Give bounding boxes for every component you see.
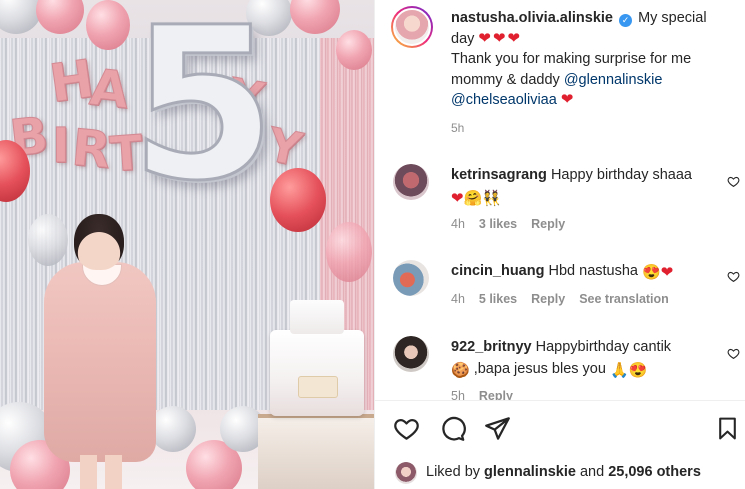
liker-avatar[interactable] [395, 462, 417, 484]
comment-time[interactable]: 5h [451, 389, 465, 400]
comment-text: 922_britnyy Happybirthday cantik 🍪 ,bapa… [451, 336, 721, 382]
cake-name-plaque [298, 376, 338, 398]
comment-emoji: 🍪 [451, 362, 470, 379]
comment-bubble-icon[interactable] [439, 415, 466, 442]
comment-time[interactable]: 4h [451, 292, 465, 306]
comment-likes[interactable]: 3 likes [479, 217, 517, 231]
liked-by-others[interactable]: 25,096 others [608, 464, 701, 480]
birthday-cake [270, 330, 364, 416]
balloon-pink [290, 0, 340, 34]
caption-title: My special [638, 10, 707, 26]
liked-by-and: and [579, 464, 605, 480]
commenter-avatar[interactable] [393, 260, 429, 296]
verified-badge-icon: ✓ [619, 14, 633, 27]
liked-by-summary[interactable]: Liked by glennalinskie and 25,096 others [426, 464, 701, 480]
commenter-avatar[interactable] [393, 336, 429, 372]
comment-time[interactable]: 4h [451, 217, 465, 231]
paper-plane-icon[interactable] [484, 415, 511, 442]
actions-divider [374, 400, 745, 401]
comment-body: Happybirthday cantik [535, 339, 672, 355]
caption-hearts: ❤❤❤ [478, 29, 523, 47]
cake-top-tier [290, 300, 344, 334]
liked-by-prefix: Liked by [426, 464, 481, 480]
girl-head [74, 214, 124, 270]
reply-button[interactable]: Reply [531, 292, 565, 306]
post-caption: nastusha.olivia.alinskie ✓ My special da… [451, 8, 741, 111]
comment-text: ketrinsagrang Happy birthday shaaa ❤🤗👯 [451, 164, 721, 210]
comment-body: Hbd nastusha [548, 263, 638, 279]
comment-meta: 5h Reply [451, 389, 527, 400]
comment-like-heart-icon[interactable] [727, 175, 740, 188]
comment-body: Happy birthday shaaa [550, 167, 693, 183]
see-translation-button[interactable]: See translation [579, 292, 669, 306]
letter-balloon-a: A [87, 58, 133, 121]
balloon-pink [336, 30, 372, 70]
comment-meta: 4h 3 likes Reply [451, 217, 579, 231]
balloon-silver [28, 214, 68, 266]
cake-table [258, 414, 374, 489]
mention-link[interactable]: @chelseaoliviaa [451, 92, 557, 108]
post-photo[interactable]: H A Y B I R T Y 5 [0, 0, 374, 489]
balloon-pink [86, 0, 130, 50]
post-timestamp[interactable]: 5h [451, 121, 464, 135]
reply-button[interactable]: Reply [531, 217, 565, 231]
comment-username[interactable]: cincin_huang [451, 263, 544, 279]
comment-likes[interactable]: 5 likes [479, 292, 517, 306]
caption-end-heart: ❤ [560, 91, 576, 108]
comment-like-heart-icon[interactable] [727, 270, 740, 283]
comment-like-heart-icon[interactable] [727, 347, 740, 360]
heart-outline-icon[interactable] [393, 415, 420, 442]
comment-text: cincin_huang Hbd nastusha 😍❤ [451, 260, 721, 284]
caption-title-cont: day [451, 30, 475, 47]
author-username[interactable]: nastusha.olivia.alinskie [451, 10, 613, 26]
bookmark-icon[interactable] [715, 415, 740, 442]
girl-dress [44, 262, 156, 462]
comment-emojis: 😍❤ [642, 264, 674, 281]
comment-meta: 4h 5 likes Reply See translation [451, 292, 683, 306]
comment-username[interactable]: ketrinsagrang [451, 167, 547, 183]
commenter-avatar[interactable] [393, 164, 429, 200]
girl-legs [80, 455, 122, 489]
comment-emojis: 🙏😍 [609, 362, 648, 379]
letter-balloon-r: R [69, 118, 113, 180]
balloon-pink [326, 222, 372, 282]
balloon-silver [150, 406, 196, 452]
number-five-balloon: 5 [128, 0, 277, 227]
liked-by-user[interactable]: glennalinskie [484, 464, 576, 480]
comment-username[interactable]: 922_britnyy [451, 339, 532, 355]
balloon-red [270, 168, 326, 232]
mention-link[interactable]: @glennalinskie [564, 72, 663, 88]
balloon-pink [36, 0, 84, 34]
author-avatar[interactable] [391, 6, 433, 48]
reply-button[interactable]: Reply [479, 389, 513, 400]
comment-body-cont: ,bapa jesus bles you [473, 361, 606, 377]
letter-balloon-i: I [52, 118, 71, 175]
comment-emojis: ❤🤗👯 [451, 190, 501, 207]
